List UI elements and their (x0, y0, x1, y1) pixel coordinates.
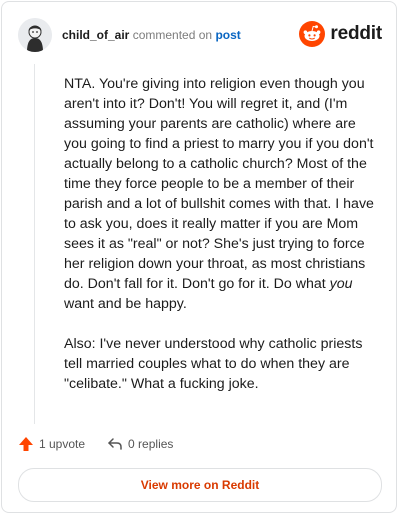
comment-paragraph-1: NTA. You're giving into religion even th… (64, 74, 379, 314)
commented-on-text: commented on (132, 28, 213, 42)
thread-line (34, 64, 35, 424)
comment-actions: 1 upvote 0 replies (18, 434, 195, 454)
reply-count: 0 replies (128, 437, 174, 451)
avatar[interactable] (18, 18, 52, 52)
comment-emphasis: you (329, 276, 353, 292)
view-more-button[interactable]: View more on Reddit (18, 468, 382, 502)
comment-body: NTA. You're giving into religion even th… (64, 74, 379, 414)
comment-paragraph-2: Also: I've never understood why catholic… (64, 336, 363, 392)
upvote-action[interactable]: 1 upvote (18, 436, 85, 452)
username[interactable]: child_of_air (62, 28, 129, 42)
reply-action[interactable]: 0 replies (107, 436, 173, 452)
comment-text-1b: want and be happy. (64, 296, 187, 312)
upvote-arrow-icon (19, 437, 33, 451)
reddit-logo-text: reddit (330, 23, 382, 44)
reddit-snoo-icon (299, 21, 326, 47)
reply-arrow-icon (108, 438, 122, 450)
reddit-logo[interactable]: reddit (299, 20, 382, 48)
upvote-count: 1 upvote (39, 437, 86, 451)
avatar-icon (18, 18, 52, 52)
comment-meta: child_of_air commented on post (62, 28, 241, 42)
post-link[interactable]: post (215, 28, 240, 42)
comment-card: child_of_air commented on post reddit NT… (1, 1, 397, 513)
comment-header: child_of_air commented on post reddit (18, 16, 382, 56)
comment-text-1a: NTA. You're giving into religion even th… (64, 76, 374, 292)
